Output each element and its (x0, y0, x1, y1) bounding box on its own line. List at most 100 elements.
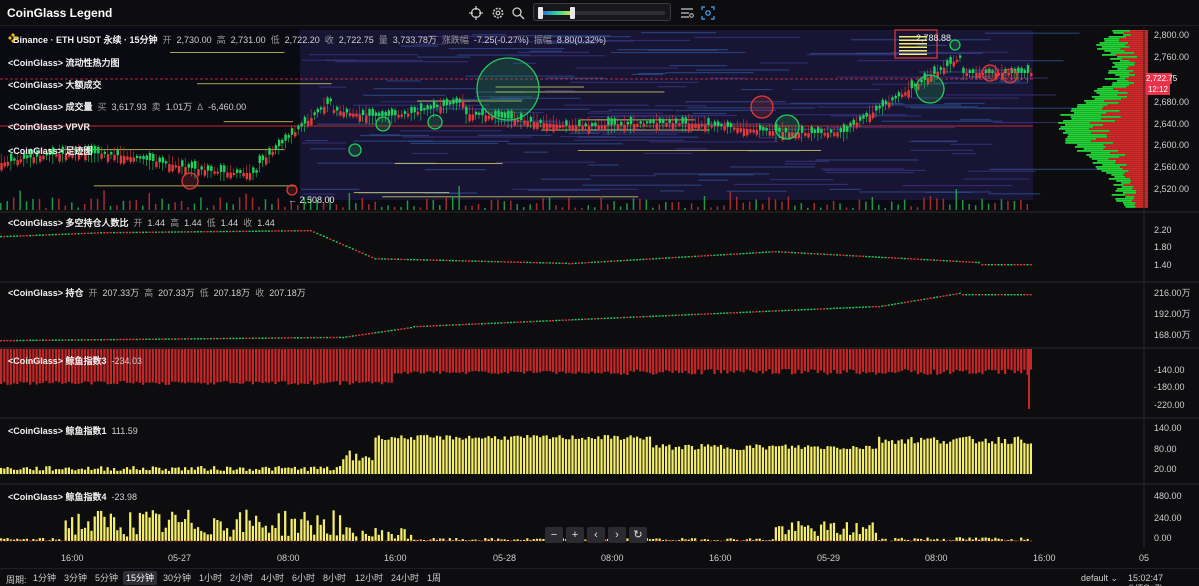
candle-body (971, 69, 975, 73)
ls-ratio-dot (413, 259, 416, 261)
period-15m[interactable]: 15分钟 (123, 571, 158, 585)
settings-gear-icon[interactable] (489, 4, 507, 22)
whale1-bar (468, 435, 471, 474)
panel-open-interest-legend[interactable]: <CoinGlass> 持仓 开 207.33万 高 207.33万 低 207.18… (8, 286, 306, 299)
crosshair-icon[interactable] (467, 4, 485, 22)
whale1-bar (25, 467, 29, 474)
whale1-bar (978, 441, 981, 474)
overlay-footprint[interactable]: <CoinGlass> 足迹图 (8, 144, 93, 157)
candle-body (642, 123, 646, 127)
heatmap-liquidity-band (545, 90, 575, 92)
whale1-bar (109, 470, 112, 474)
overlay-vpvr[interactable]: <CoinGlass> VPVR (8, 122, 90, 132)
panel-whale-index-4-legend[interactable]: <CoinGlass> 鲸鱼指数4 -23.98 (8, 490, 137, 503)
ls-ratio-dot (406, 258, 409, 261)
whale3-bar (619, 349, 623, 375)
period-1h[interactable]: 1小时 (196, 571, 225, 585)
whale1-bar (529, 437, 532, 474)
chart-area[interactable]: Binance · ETH USDT 永续 · 15分钟 开 2,730.00 高… (0, 28, 1199, 548)
ls-ratio-dot (261, 230, 264, 232)
period-3m[interactable]: 3分钟 (61, 571, 90, 585)
heatmap-range-slider[interactable] (533, 3, 671, 21)
oi-dot (819, 308, 822, 310)
overlay-large-trades[interactable]: <CoinGlass> 大额成交 (8, 78, 102, 91)
period-4h[interactable]: 4小时 (258, 571, 287, 585)
ls-ratio-dot (284, 230, 287, 232)
candle-body (707, 118, 710, 125)
vpvr-buy-bar (1083, 148, 1104, 150)
volume-bar (716, 206, 719, 210)
volume-bar (606, 204, 609, 210)
period-1m[interactable]: 1分钟 (30, 571, 59, 585)
whale1-bar (74, 470, 77, 474)
panel-long-short-ratio-legend[interactable]: <CoinGlass> 多空持仓人数比 开 1.44 高 1.44 低 1.44 收1… (8, 216, 275, 229)
whale1-bar (894, 443, 897, 474)
open-value: 1.44 (147, 217, 166, 228)
oi-dot (474, 323, 477, 325)
whale4-bar (1020, 537, 1023, 541)
ls-ratio-dot (112, 231, 115, 234)
period-1w[interactable]: 1周 (424, 571, 444, 585)
whale1-bar (848, 448, 852, 474)
range-handle-right[interactable] (570, 7, 575, 19)
panel-whale-index-3-legend[interactable]: <CoinGlass> 鲸鱼指数3 -234.03 (8, 354, 142, 367)
candle-body (946, 60, 949, 66)
scroll-left-button[interactable]: ‹ (587, 527, 605, 543)
whale3-bar (413, 349, 416, 372)
list-settings-icon[interactable] (678, 4, 696, 22)
whale1-bar (368, 457, 371, 474)
period-8h[interactable]: 8小时 (320, 571, 349, 585)
ls-ratio-dot (784, 251, 787, 253)
volume-bar (225, 202, 228, 210)
panel-whale-index-1-legend[interactable]: <CoinGlass> 鲸鱼指数1 111.59 (8, 424, 138, 437)
candle-body (265, 157, 268, 165)
volume-bar (613, 201, 615, 210)
oi-dot (345, 336, 348, 338)
period-24h[interactable]: 24小时 (388, 571, 422, 585)
volume-bar (639, 198, 641, 210)
oi-dot (677, 314, 680, 316)
zoom-out-button[interactable]: − (545, 527, 563, 543)
oi-axis-label: 168.00万 (1154, 330, 1191, 340)
vpvr-sell-bar (1090, 122, 1148, 124)
search-icon[interactable] (509, 4, 527, 22)
period-5m[interactable]: 5分钟 (92, 571, 121, 585)
heatmap-liquidity-band (573, 139, 685, 141)
reset-view-button[interactable]: ↻ (629, 527, 647, 543)
whale4-bar (151, 510, 154, 541)
whale1-bar (132, 466, 135, 474)
scroll-right-button[interactable]: › (608, 527, 626, 543)
range-handle-left[interactable] (538, 7, 543, 19)
ls-ratio-dot (461, 260, 464, 262)
whale3-bar (813, 349, 816, 370)
ls-ratio-dot (516, 261, 519, 263)
ls-ratio-dot (848, 254, 851, 257)
whale1-bar (413, 439, 416, 474)
volume-bar (426, 198, 428, 210)
overlay-volume[interactable]: <CoinGlass> 成交量 买 3,617.93 卖 1.01万 Δ -6,460… (8, 100, 246, 113)
vpvr-buy-bar (1104, 78, 1126, 80)
volume-bar (219, 197, 222, 210)
candle-body (758, 125, 762, 131)
period-2h[interactable]: 2小时 (227, 571, 256, 585)
zoom-in-button[interactable]: + (566, 527, 584, 543)
screenshot-icon[interactable] (699, 4, 717, 22)
whale1-bar (974, 443, 978, 474)
period-6h[interactable]: 6小时 (289, 571, 318, 585)
ls-ratio-dot (32, 234, 35, 237)
whale4-bar (303, 511, 306, 541)
heatmap-liquidity-band (448, 47, 565, 50)
ls-ratio-dot (38, 234, 41, 236)
layout-select[interactable]: default ⌄ (1081, 573, 1118, 584)
volume-bar (813, 203, 815, 210)
period-12h[interactable]: 12小时 (352, 571, 386, 585)
large-trade-bubble (375, 116, 391, 132)
period-30m[interactable]: 30分钟 (160, 571, 194, 585)
heatmap-liquidity-band (684, 105, 707, 107)
whale4-bar (135, 534, 138, 541)
overlay-liquidity-heatmap[interactable]: <CoinGlass> 流动性热力图 (8, 56, 120, 69)
volume-bar (380, 206, 383, 210)
whale1-bar (645, 436, 648, 474)
whale3-bar (1016, 349, 1020, 371)
volume-bar (593, 207, 596, 210)
